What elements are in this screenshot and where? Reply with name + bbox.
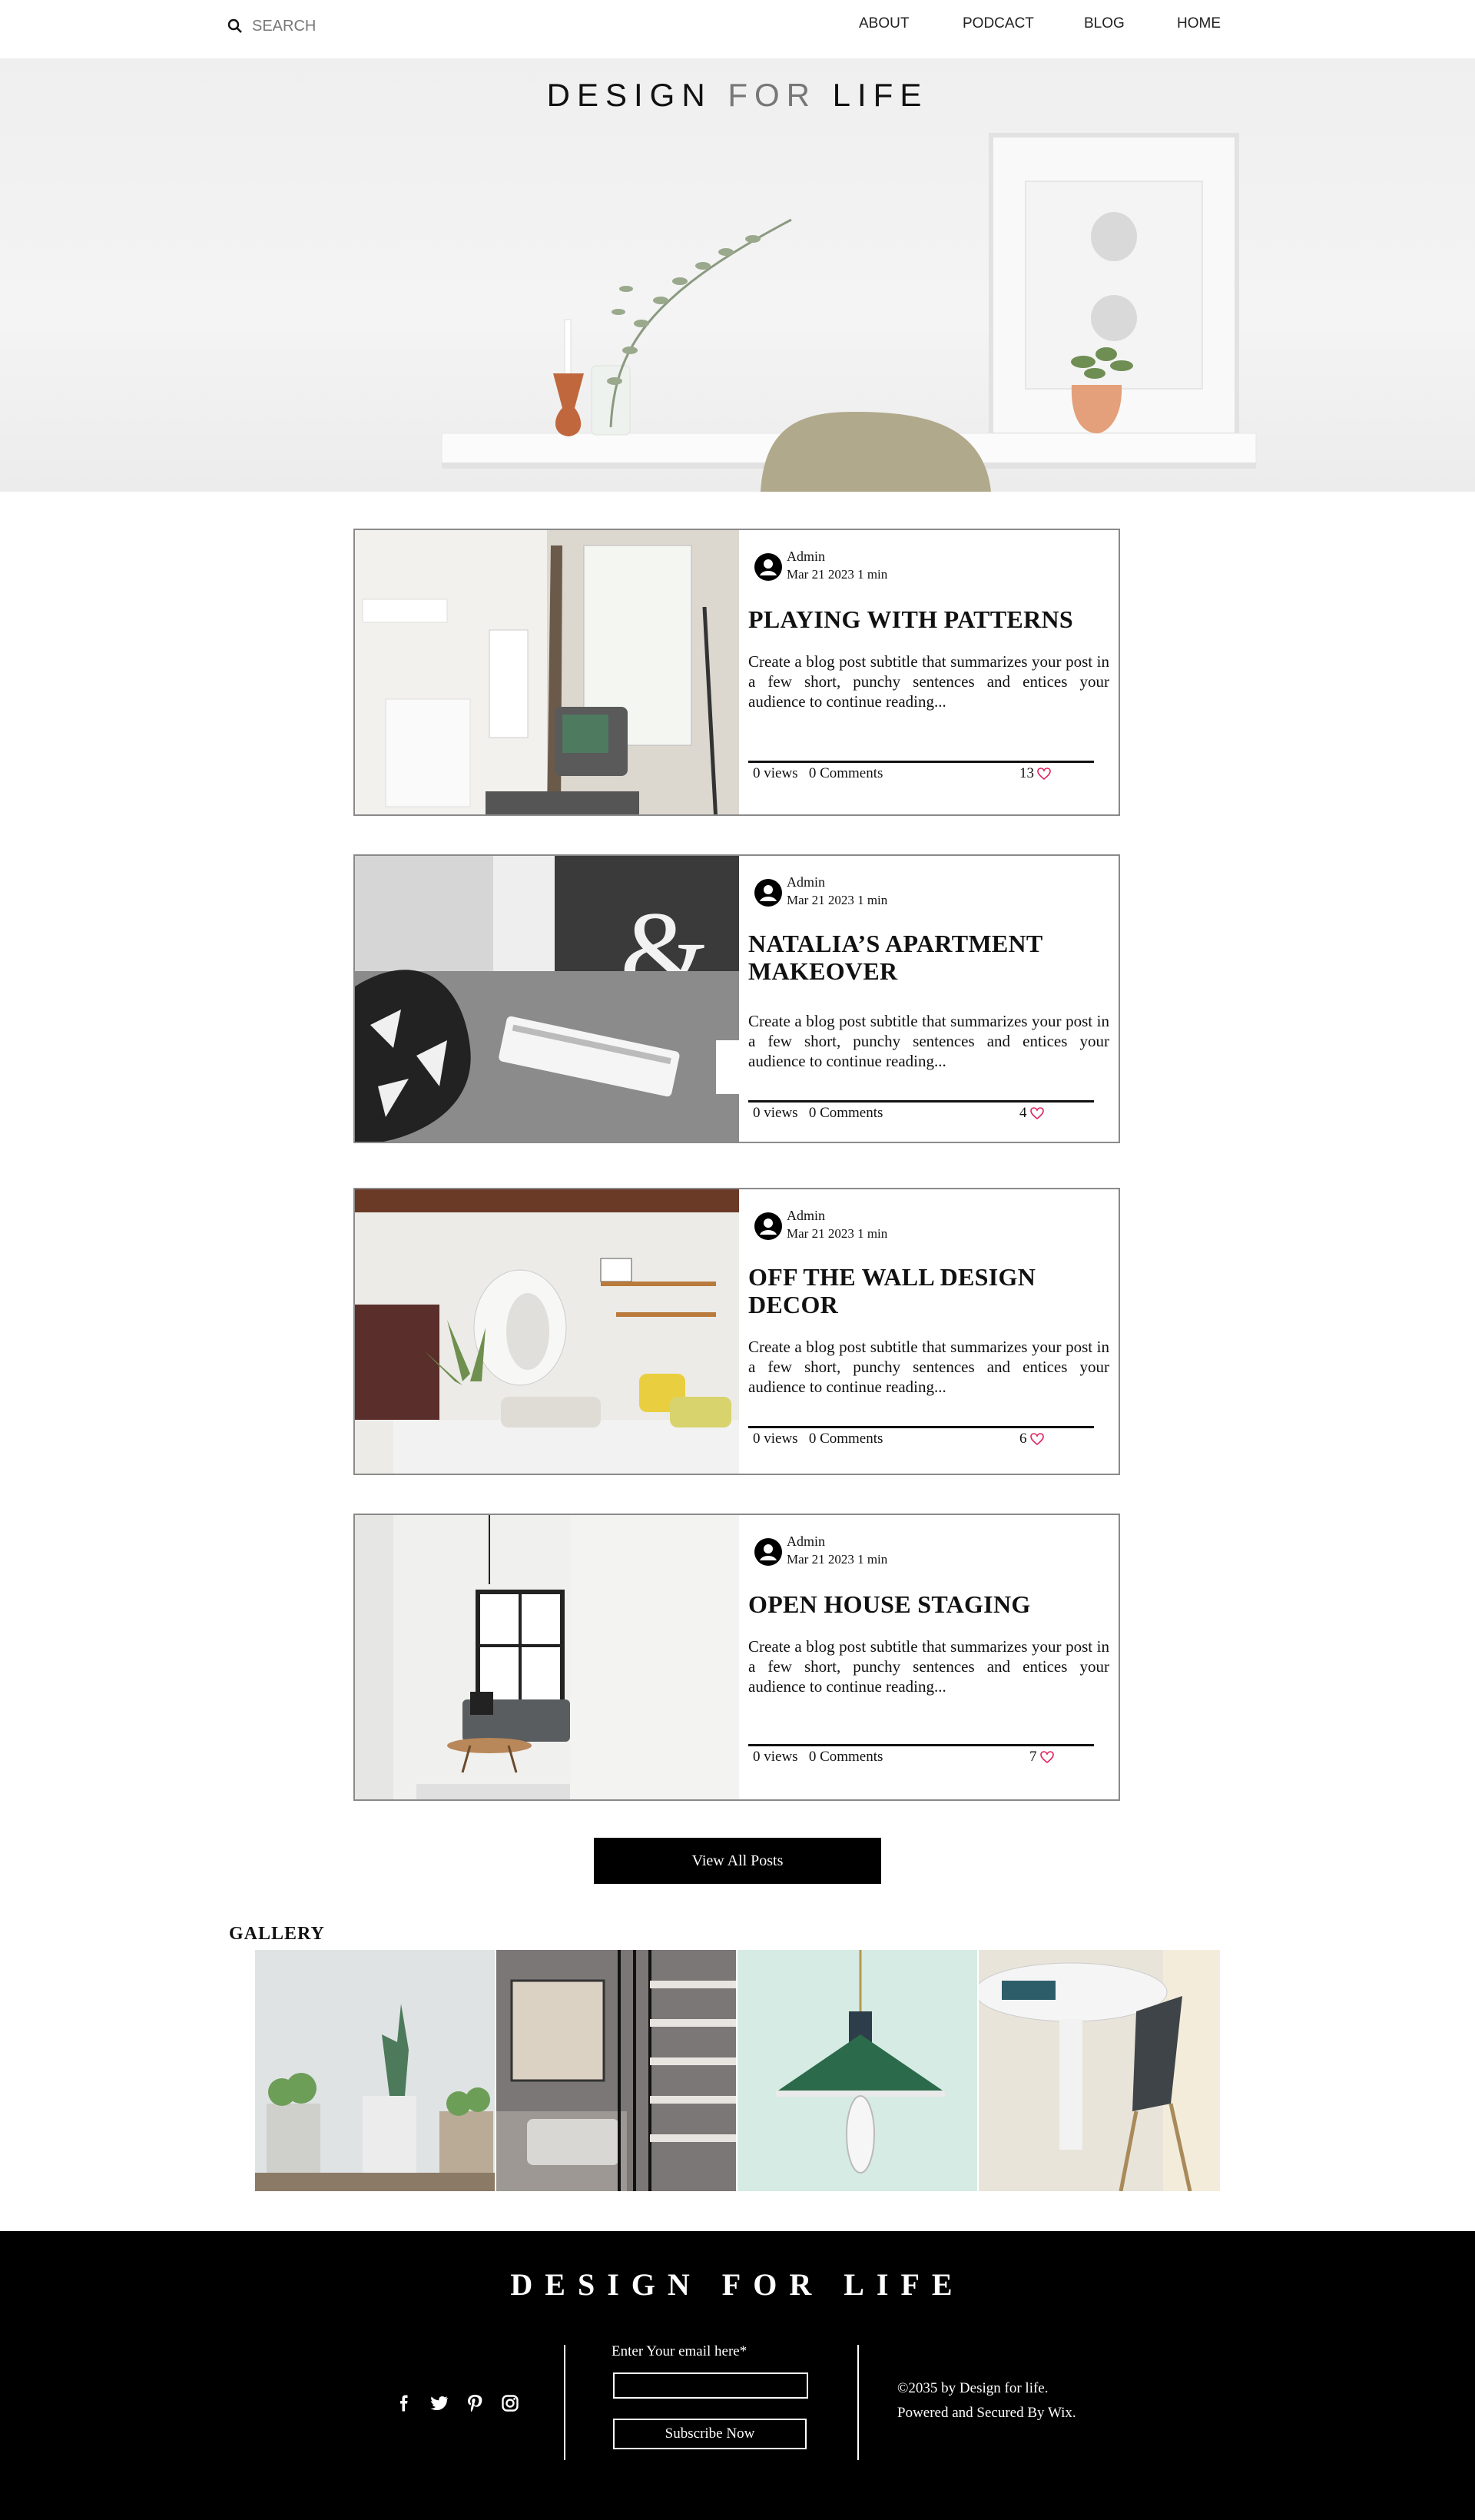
post-meta: Mar 21 2023 1 min xyxy=(787,893,888,907)
post-divider xyxy=(748,1426,1094,1428)
likes-count: 6 xyxy=(1019,1431,1027,1447)
likes-count: 4 xyxy=(1019,1105,1027,1121)
post-stats: 0 views 0 Comments xyxy=(753,1105,883,1122)
heart-icon[interactable] xyxy=(1037,768,1051,780)
post-title[interactable]: PLAYING WITH PATTERNS xyxy=(748,605,1109,633)
post-meta: Mar 21 2023 1 min xyxy=(787,567,888,582)
hero-banner xyxy=(0,58,1475,492)
post-meta: Mar 21 2023 1 min xyxy=(787,1226,888,1241)
post-views: 0 views xyxy=(753,1749,798,1765)
facebook-icon[interactable] xyxy=(393,2392,415,2414)
post-likes[interactable]: 4 xyxy=(1019,1105,1044,1122)
gallery-image[interactable] xyxy=(496,1950,736,2191)
post-divider xyxy=(748,761,1094,763)
post-title[interactable]: OPEN HOUSE STAGING xyxy=(748,1590,1109,1618)
blog-post-card[interactable]: Admin Mar 21 2023 1 min OPEN HOUSE STAGI… xyxy=(353,1514,1120,1801)
footer-divider xyxy=(857,2345,859,2460)
post-excerpt[interactable]: Create a blog post subtitle that summari… xyxy=(748,1636,1109,1696)
post-views: 0 views xyxy=(753,1431,798,1447)
post-author[interactable]: Admin xyxy=(787,874,825,890)
nav-podcast[interactable]: PODCACT xyxy=(963,15,1034,32)
post-image[interactable]: & xyxy=(355,856,739,1142)
hero-image xyxy=(441,133,1257,492)
post-likes[interactable]: 13 xyxy=(1019,765,1051,782)
avatar-icon[interactable] xyxy=(754,553,782,581)
heart-icon[interactable] xyxy=(1029,1107,1044,1119)
heart-icon[interactable] xyxy=(1029,1433,1044,1445)
post-excerpt[interactable]: Create a blog post subtitle that summari… xyxy=(748,1011,1109,1071)
blog-post-card[interactable]: Admin Mar 21 2023 1 min PLAYING WITH PAT… xyxy=(353,529,1120,816)
gallery-title: GALLERY xyxy=(229,1924,325,1944)
nav-about[interactable]: ABOUT xyxy=(859,15,909,32)
post-views: 0 views xyxy=(753,765,798,781)
email-label: Enter Your email here* xyxy=(612,2343,747,2359)
avatar-icon[interactable] xyxy=(754,1212,782,1240)
copyright-text: ©2035 by Design for life. xyxy=(897,2380,1049,2396)
view-all-posts-button[interactable]: View All Posts xyxy=(594,1838,881,1884)
powered-by-text: Powered and Secured By Wix. xyxy=(897,2405,1076,2421)
post-comments[interactable]: 0 Comments xyxy=(809,765,883,781)
search-icon[interactable] xyxy=(227,18,243,34)
post-stats: 0 views 0 Comments xyxy=(753,1431,883,1447)
post-meta: Mar 21 2023 1 min xyxy=(787,1552,888,1567)
heart-icon[interactable] xyxy=(1039,1751,1054,1763)
gallery-image[interactable] xyxy=(255,1950,495,2191)
post-image[interactable] xyxy=(355,1189,739,1474)
footer-title: DESIGN FOR LIFE xyxy=(510,2267,965,2302)
post-stats: 0 views 0 Comments xyxy=(753,765,883,782)
post-views: 0 views xyxy=(753,1105,798,1121)
likes-count: 13 xyxy=(1019,765,1034,781)
post-title[interactable]: NATALIA’S APARTMENT MAKEOVER xyxy=(748,930,1109,985)
footer-divider xyxy=(564,2345,565,2460)
post-divider xyxy=(748,1100,1094,1102)
title-word-life: LIFE xyxy=(832,77,929,113)
title-word-for: FOR xyxy=(728,77,817,113)
likes-count: 7 xyxy=(1029,1749,1037,1765)
search-input[interactable] xyxy=(252,17,452,35)
post-title[interactable]: OFF THE WALL DESIGN DECOR xyxy=(748,1263,1109,1318)
post-author[interactable]: Admin xyxy=(787,1208,825,1224)
post-comments[interactable]: 0 Comments xyxy=(809,1105,883,1121)
post-image[interactable] xyxy=(355,1515,739,1799)
title-word-design: DESIGN xyxy=(546,77,712,113)
post-stats: 0 views 0 Comments xyxy=(753,1749,883,1766)
post-excerpt[interactable]: Create a blog post subtitle that summari… xyxy=(748,652,1109,711)
blog-post-card[interactable]: Admin Mar 21 2023 1 min OFF THE WALL DES… xyxy=(353,1188,1120,1475)
nav-home[interactable]: HOME xyxy=(1177,15,1221,32)
gallery-image[interactable] xyxy=(979,1950,1220,2191)
post-author[interactable]: Admin xyxy=(787,549,825,565)
post-image[interactable] xyxy=(355,530,739,814)
post-author[interactable]: Admin xyxy=(787,1534,825,1550)
search-bar[interactable] xyxy=(227,17,452,35)
gallery-image[interactable] xyxy=(738,1950,977,2191)
avatar-icon[interactable] xyxy=(754,879,782,907)
email-field[interactable] xyxy=(613,2372,808,2399)
post-likes[interactable]: 6 xyxy=(1019,1431,1044,1447)
post-comments[interactable]: 0 Comments xyxy=(809,1431,883,1447)
post-divider xyxy=(748,1744,1094,1746)
avatar-icon[interactable] xyxy=(754,1538,782,1566)
twitter-icon[interactable] xyxy=(429,2392,450,2414)
post-excerpt[interactable]: Create a blog post subtitle that summari… xyxy=(748,1337,1109,1397)
pinterest-icon[interactable] xyxy=(464,2392,486,2414)
subscribe-button[interactable]: Subscribe Now xyxy=(613,2419,807,2449)
nav-blog[interactable]: BLOG xyxy=(1084,15,1125,32)
post-comments[interactable]: 0 Comments xyxy=(809,1749,883,1765)
post-likes[interactable]: 7 xyxy=(1029,1749,1054,1766)
top-bar xyxy=(0,0,1475,58)
site-title: DESIGN FOR LIFE xyxy=(0,77,1475,114)
blog-post-card[interactable]: & Admin Mar 21 2023 1 min NATALIA’S APAR… xyxy=(353,854,1120,1143)
instagram-icon[interactable] xyxy=(499,2392,521,2414)
